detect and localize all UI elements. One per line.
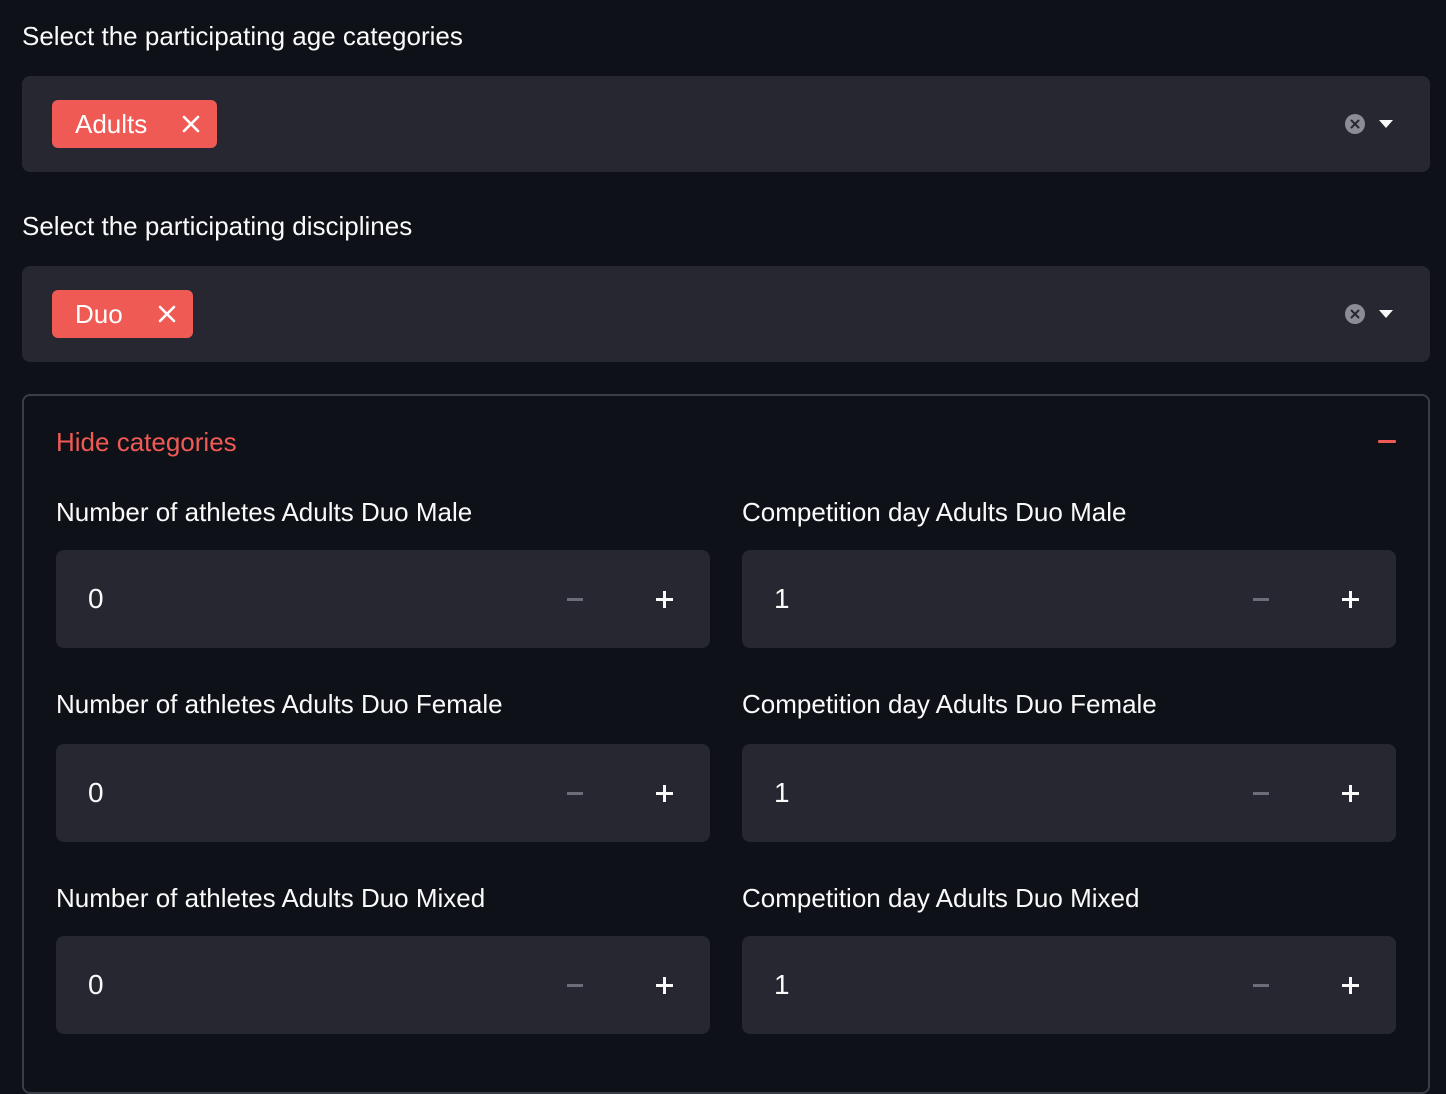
plus-icon[interactable] bbox=[1306, 936, 1396, 1034]
minus-icon[interactable] bbox=[530, 550, 620, 648]
day-male-label: Competition day Adults Duo Male bbox=[742, 497, 1127, 527]
athletes-female-label: Number of athletes Adults Duo Female bbox=[56, 689, 503, 719]
clear-circle-icon[interactable] bbox=[1344, 303, 1366, 325]
number-value[interactable]: 1 bbox=[774, 968, 790, 1002]
disciplines-multiselect[interactable]: Duo bbox=[22, 266, 1430, 362]
number-value[interactable]: 1 bbox=[774, 582, 790, 616]
day-male-input[interactable]: 1 bbox=[742, 550, 1396, 648]
number-value[interactable]: 0 bbox=[88, 776, 104, 810]
minus-icon[interactable] bbox=[530, 936, 620, 1034]
athletes-mixed-label: Number of athletes Adults Duo Mixed bbox=[56, 883, 486, 913]
close-icon[interactable] bbox=[181, 114, 201, 134]
age-categories-label: Select the participating age categories bbox=[22, 21, 463, 51]
chevron-down-icon[interactable] bbox=[1378, 309, 1394, 319]
minus-icon[interactable] bbox=[1216, 936, 1306, 1034]
athletes-mixed-input[interactable]: 0 bbox=[56, 936, 710, 1034]
number-value[interactable]: 1 bbox=[774, 776, 790, 810]
expander-title[interactable]: Hide categories bbox=[56, 426, 237, 458]
plus-icon[interactable] bbox=[1306, 744, 1396, 842]
selected-tag-adults: Adults bbox=[52, 100, 218, 148]
tag-label: Duo bbox=[75, 298, 123, 329]
clear-circle-icon[interactable] bbox=[1344, 113, 1366, 135]
minus-icon[interactable] bbox=[1378, 440, 1396, 443]
day-mixed-input[interactable]: 1 bbox=[742, 936, 1396, 1034]
chevron-down-icon[interactable] bbox=[1378, 119, 1394, 129]
athletes-female-input[interactable]: 0 bbox=[56, 744, 710, 842]
day-mixed-label: Competition day Adults Duo Mixed bbox=[742, 883, 1140, 913]
tag-label: Adults bbox=[75, 108, 148, 139]
day-female-label: Competition day Adults Duo Female bbox=[742, 689, 1157, 719]
athletes-male-label: Number of athletes Adults Duo Male bbox=[56, 497, 473, 527]
minus-icon[interactable] bbox=[1216, 744, 1306, 842]
minus-icon[interactable] bbox=[530, 744, 620, 842]
plus-icon[interactable] bbox=[620, 936, 710, 1034]
day-female-input[interactable]: 1 bbox=[742, 744, 1396, 842]
plus-icon[interactable] bbox=[620, 744, 710, 842]
close-icon[interactable] bbox=[157, 304, 177, 324]
plus-icon[interactable] bbox=[620, 550, 710, 648]
disciplines-label: Select the participating disciplines bbox=[22, 211, 413, 241]
athletes-male-input[interactable]: 0 bbox=[56, 550, 710, 648]
minus-icon[interactable] bbox=[1216, 550, 1306, 648]
number-value[interactable]: 0 bbox=[88, 582, 104, 616]
plus-icon[interactable] bbox=[1306, 550, 1396, 648]
selected-tag-duo: Duo bbox=[52, 290, 193, 338]
age-categories-multiselect[interactable]: Adults bbox=[22, 76, 1430, 172]
number-value[interactable]: 0 bbox=[88, 968, 104, 1002]
